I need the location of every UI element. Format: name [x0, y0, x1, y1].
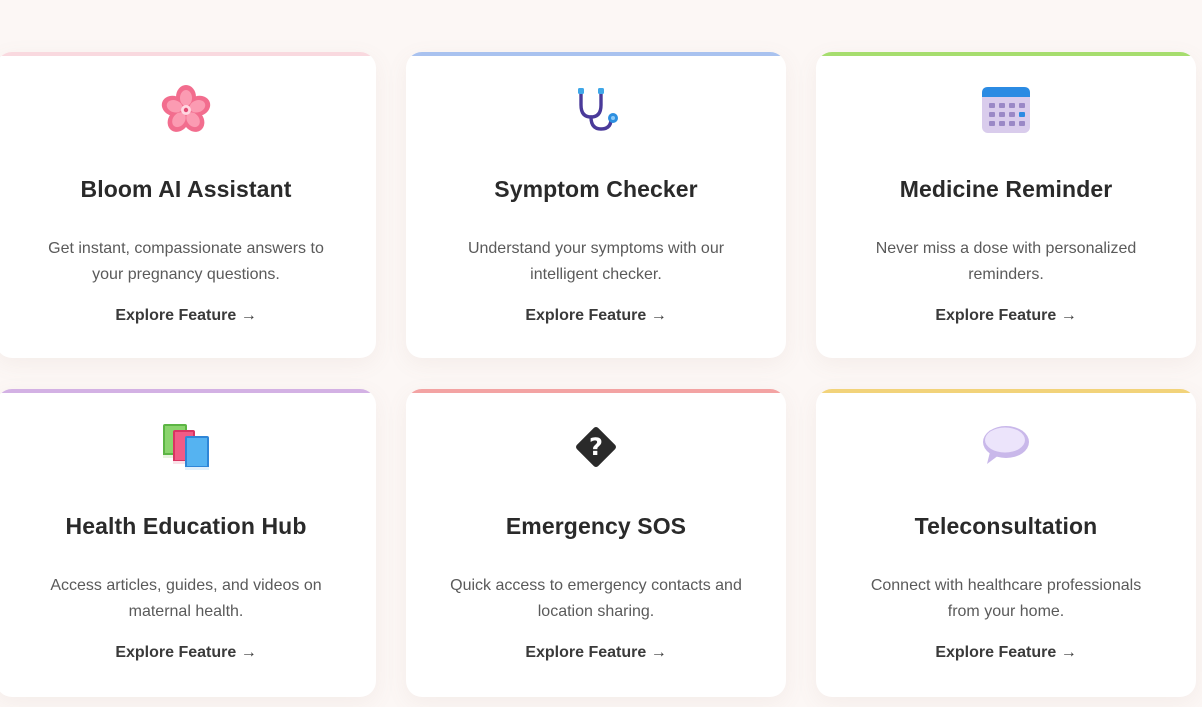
features-grid: Bloom AI Assistant Get instant, compassi…	[0, 0, 1202, 707]
explore-feature-link[interactable]: Explore Feature →	[0, 307, 376, 325]
card-description: Understand your symptoms with our intell…	[467, 240, 725, 283]
explore-feature-link[interactable]: Explore Feature →	[406, 307, 786, 325]
card-accent-bar	[406, 389, 786, 393]
card-description: Connect with healthcare professionals fr…	[870, 577, 1142, 620]
feature-card-teleconsultation[interactable]: Teleconsultation Connect with healthcare…	[816, 389, 1196, 697]
svg-text:?: ?	[589, 433, 603, 461]
explore-feature-link[interactable]: Explore Feature →	[816, 644, 1196, 662]
card-title: Symptom Checker	[494, 176, 698, 202]
explore-feature-link[interactable]: Explore Feature →	[816, 307, 1196, 325]
feature-card-bloom-ai-assistant[interactable]: Bloom AI Assistant Get instant, compassi…	[0, 52, 376, 358]
missing-glyph-icon: ?	[406, 419, 786, 475]
card-accent-bar	[0, 52, 376, 56]
card-title: Bloom AI Assistant	[80, 176, 292, 202]
cherry-blossom-icon	[0, 82, 376, 138]
card-title: Health Education Hub	[65, 513, 307, 539]
explore-feature-link[interactable]: Explore Feature →	[406, 644, 786, 662]
card-accent-bar	[0, 389, 376, 393]
card-accent-bar	[816, 52, 1196, 56]
card-description: Never miss a dose with personalized remi…	[875, 240, 1137, 283]
card-description: Quick access to emergency contacts and l…	[450, 577, 742, 620]
feature-card-symptom-checker[interactable]: Symptom Checker Understand your symptoms…	[406, 52, 786, 358]
speech-bubble-icon	[816, 419, 1196, 475]
card-accent-bar	[406, 52, 786, 56]
card-description: Get instant, compassionate answers to yo…	[48, 240, 324, 283]
card-title: Medicine Reminder	[899, 176, 1113, 202]
card-accent-bar	[816, 389, 1196, 393]
stethoscope-icon	[406, 82, 786, 138]
card-title: Teleconsultation	[914, 513, 1098, 539]
feature-card-health-education-hub[interactable]: Health Education Hub Access articles, gu…	[0, 389, 376, 697]
books-icon	[0, 419, 376, 475]
card-description: Access articles, guides, and videos on m…	[50, 577, 322, 620]
explore-feature-link[interactable]: Explore Feature →	[0, 644, 376, 662]
calendar-icon	[816, 82, 1196, 138]
feature-card-emergency-sos[interactable]: ? Emergency SOS Quick access to emergenc…	[406, 389, 786, 697]
card-title: Emergency SOS	[505, 513, 687, 539]
feature-card-medicine-reminder[interactable]: Medicine Reminder Never miss a dose with…	[816, 52, 1196, 358]
